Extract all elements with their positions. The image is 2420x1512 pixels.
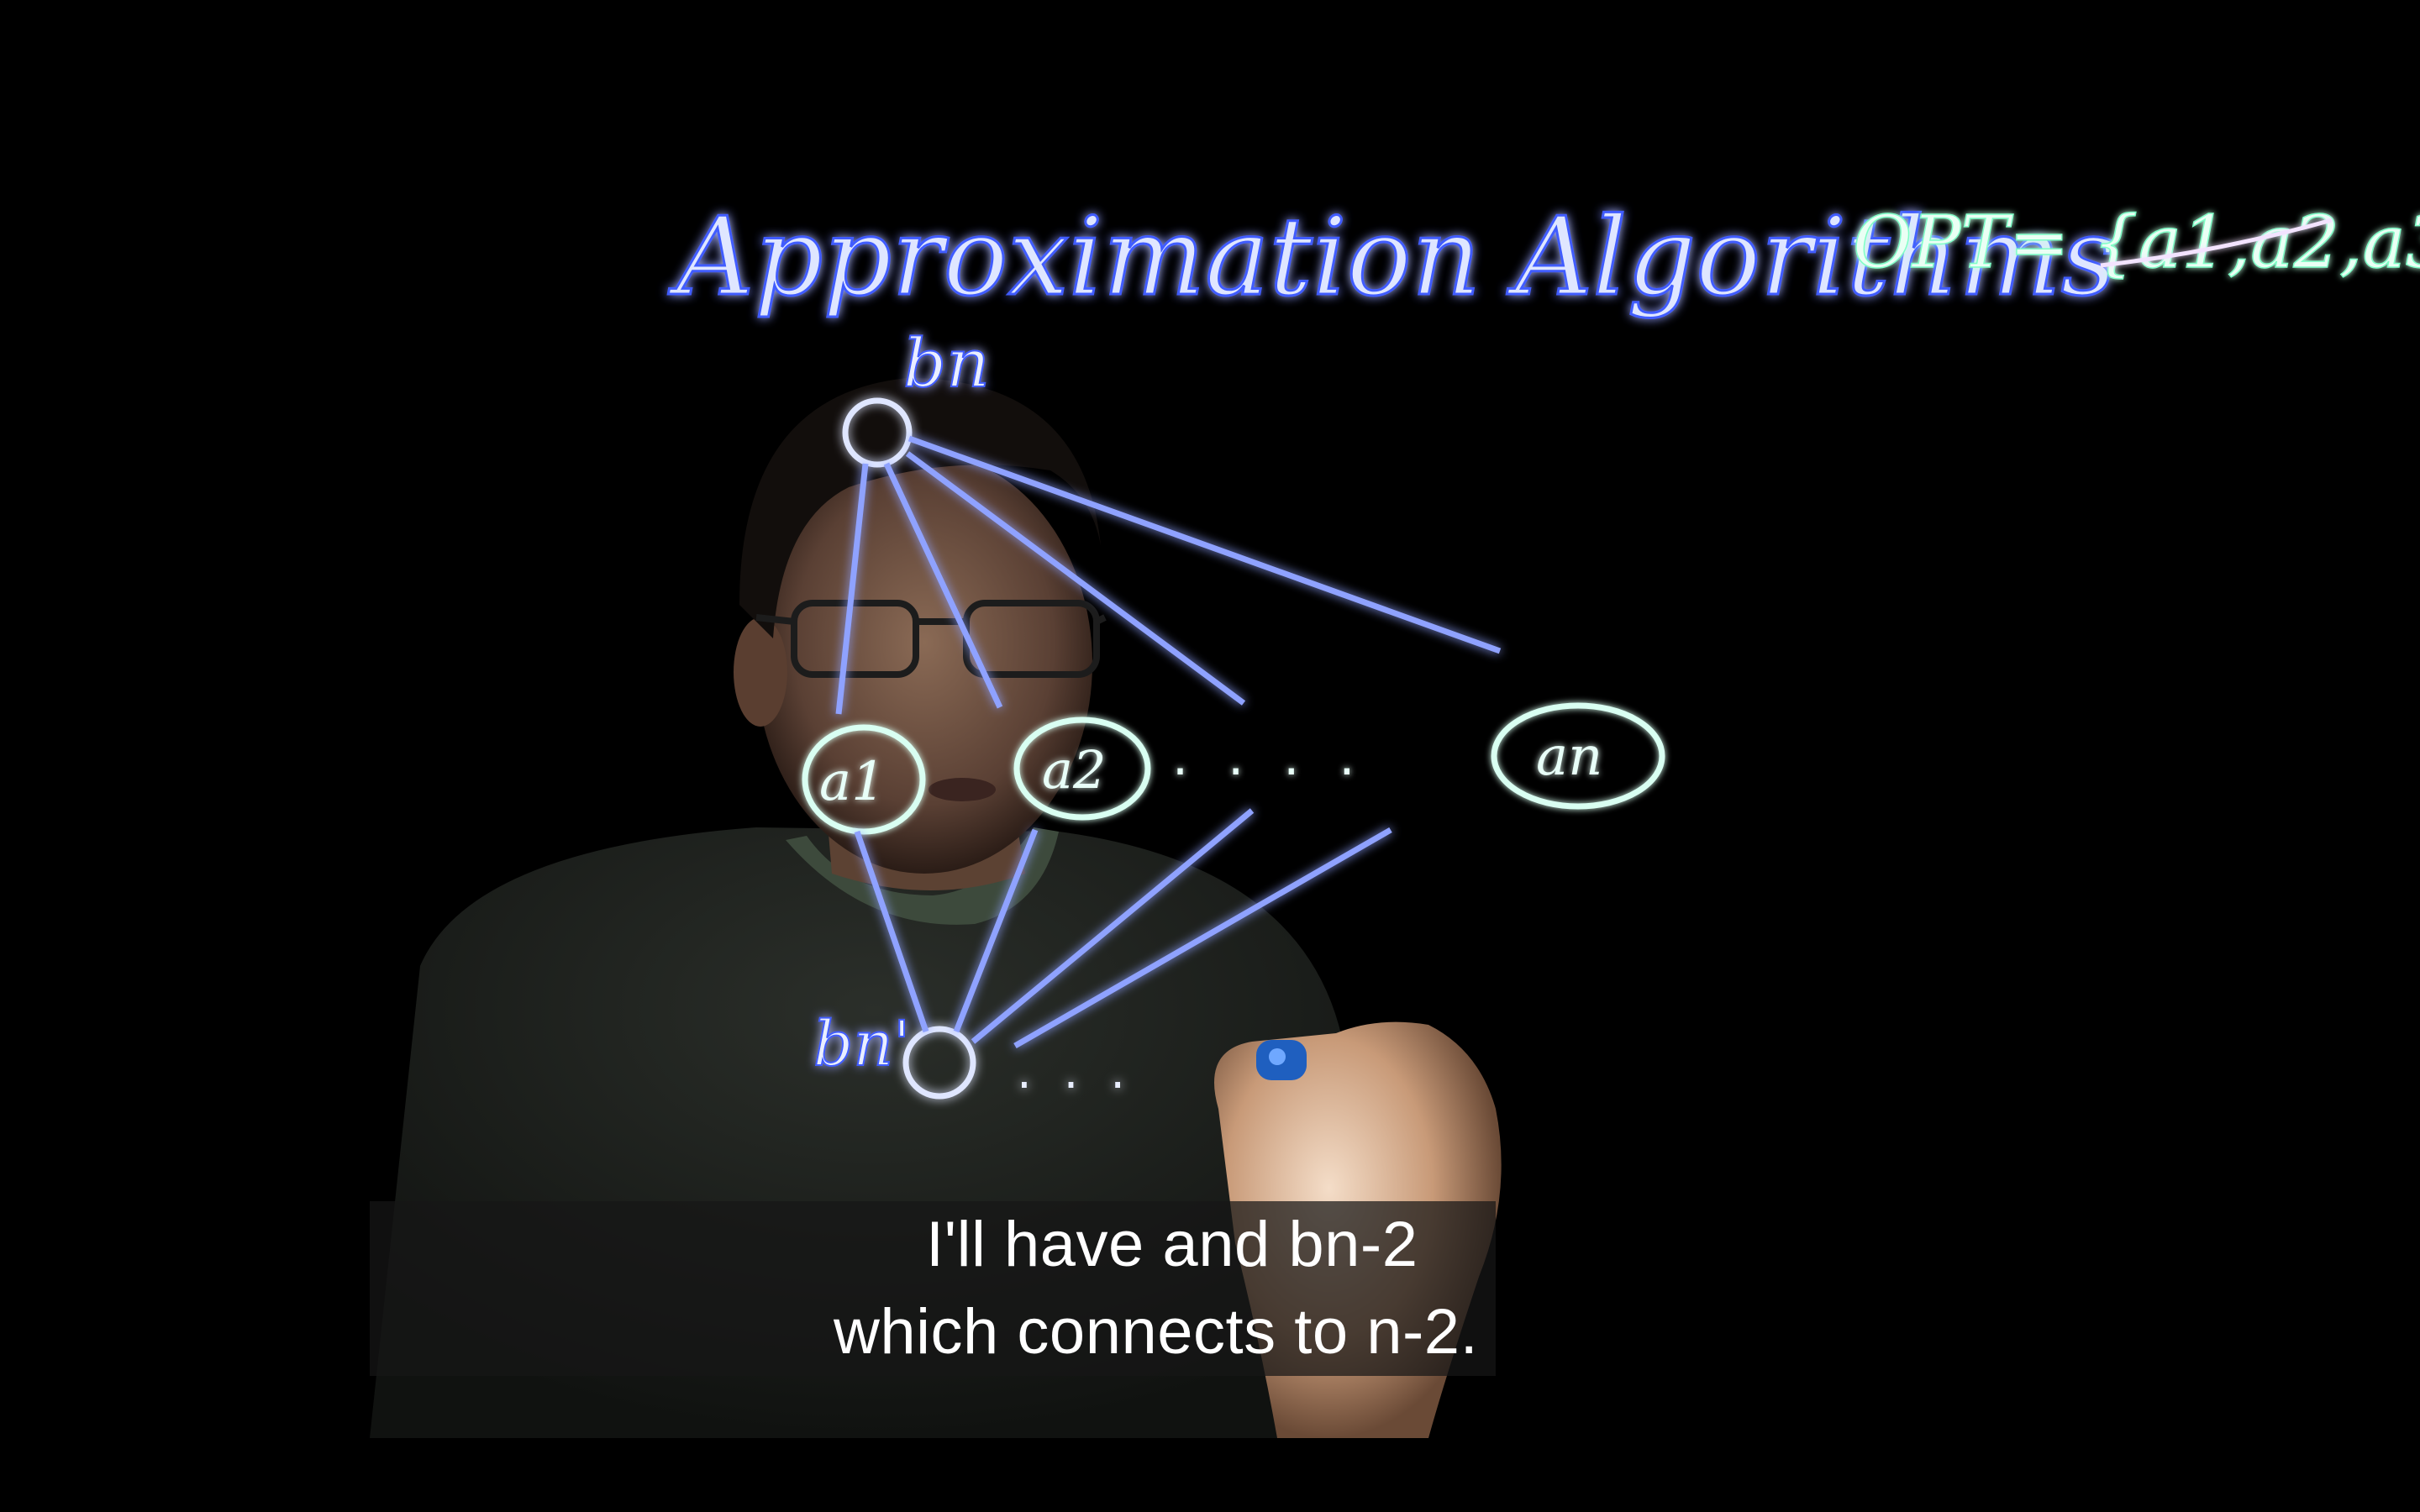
- subtitle-line-1: I'll have and bn-2: [926, 1209, 1418, 1280]
- bottom-ellipsis: . . .: [1017, 1045, 1134, 1100]
- node-an-label: an: [1536, 726, 1602, 788]
- opt-expression: OPT= {a1,a2,a3,a4}: [1853, 201, 2420, 285]
- bottom-vertex-label: bn': [813, 1008, 910, 1080]
- top-vertex-label: bn: [903, 324, 990, 402]
- presenter-mouth: [929, 778, 996, 801]
- subtitle-line-2: which connects to n-2.: [834, 1296, 1479, 1368]
- subtitle: I'll have and bn-2 which connects to n-2…: [370, 1201, 2017, 1376]
- presenter-ear: [734, 617, 787, 727]
- nodes-ellipsis: . . . .: [1172, 728, 1367, 787]
- node-a2-label: a2: [1042, 739, 1106, 801]
- node-a1-label: a1: [819, 751, 886, 813]
- marker: [1256, 1040, 1307, 1080]
- video-frame[interactable]: Approximation Algorithms OPT= {a1,a2,a3,…: [0, 0, 2420, 1512]
- letterbox-bottom: [0, 1438, 2420, 1512]
